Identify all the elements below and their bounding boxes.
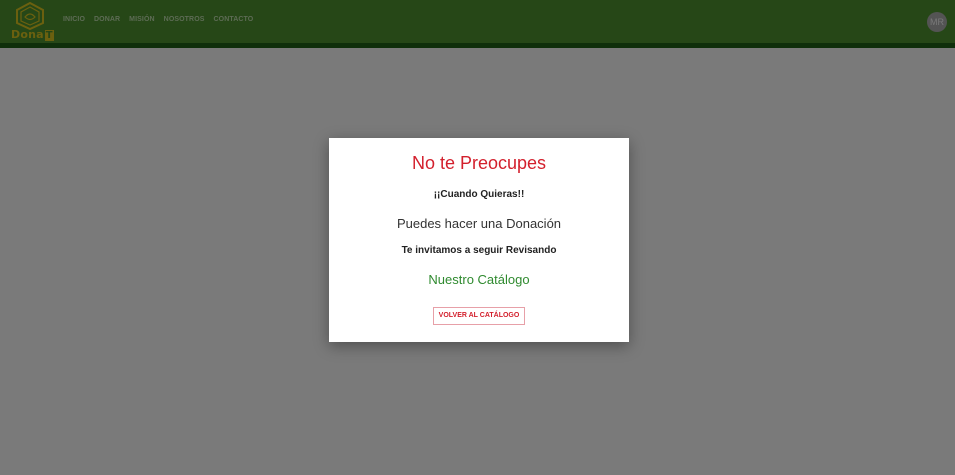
modal-title: No te Preocupes	[411, 153, 547, 173]
modal-line-donation: Puedes hacer una Donación	[396, 216, 562, 231]
modal-line-whenever: ¡¡Cuando Quieras!!	[433, 189, 525, 200]
back-to-catalog-button[interactable]: Volver al catálogo	[433, 307, 525, 325]
modal-line-invite: Te invitamos a seguir Revisando	[401, 245, 557, 256]
info-modal: No te Preocupes ¡¡Cuando Quieras!! Puede…	[329, 138, 629, 342]
page: DonaT INICIO DONAR MISIÓN NOSOTROS CONTA…	[0, 0, 955, 475]
modal-line-catalog: Nuestro Catálogo	[428, 272, 530, 287]
